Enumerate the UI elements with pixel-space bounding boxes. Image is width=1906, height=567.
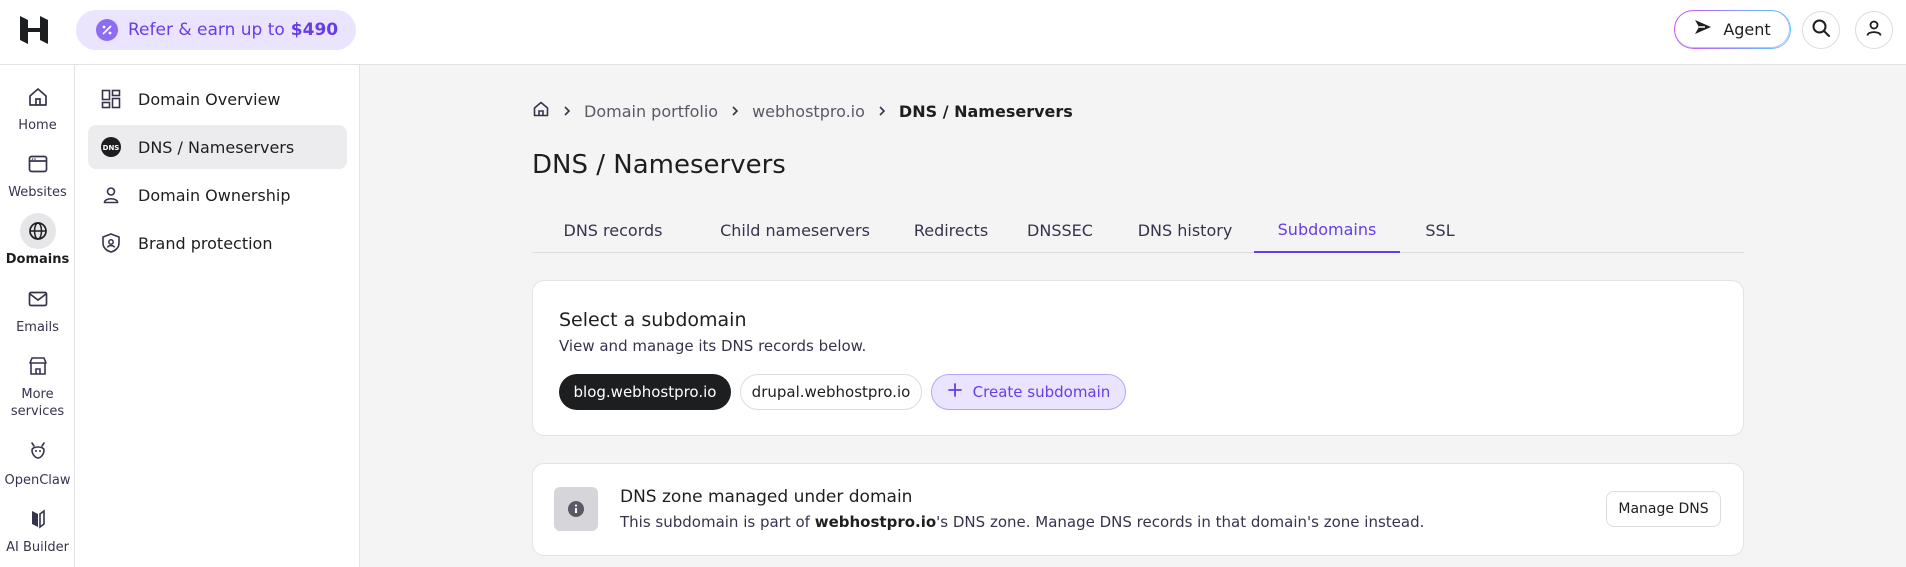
sidebar-item-label: Brand protection [138,233,273,253]
zone-description: This subdomain is part of webhostpro.io'… [620,513,1425,531]
tab-child-nameservers[interactable]: Child nameservers [694,207,896,253]
chevron-right-icon [877,102,887,121]
breadcrumb-current: DNS / Nameservers [898,101,1073,121]
breadcrumb-domain-portfolio[interactable]: Domain portfolio [584,102,718,121]
create-subdomain-label: Create subdomain [972,383,1111,401]
svg-text:DNS: DNS [103,144,120,152]
zone-title: DNS zone managed under domain [620,487,913,507]
search-button[interactable] [1802,11,1840,49]
rail-label: OpenClaw [4,473,71,488]
chevron-right-icon [730,102,740,121]
rail-label: AI Builder [6,540,69,555]
select-subdomain-card: Select a subdomain View and manage its D… [532,280,1744,436]
hostinger-logo-icon[interactable] [18,14,50,46]
globe-icon [19,213,56,249]
home-icon[interactable] [532,100,550,122]
rail-label: Websites [8,185,67,200]
agent-label: Agent [1723,19,1771,39]
rail-label: Home [18,118,57,133]
person-icon [100,184,122,206]
tab-subdomains[interactable]: Subdomains [1254,207,1400,253]
sidebar-item-brand-protection[interactable]: Brand protection [88,221,347,265]
refer-text: Refer & earn up to [128,20,285,40]
create-subdomain-button[interactable]: Create subdomain [931,374,1126,410]
refer-earn-banner[interactable]: Refer & earn up to $490 [76,10,357,50]
agent-button[interactable]: Agent [1674,10,1790,48]
info-icon [554,487,598,531]
home-icon [20,79,56,115]
card-title: Select a subdomain [559,309,747,331]
chevron-right-icon [562,102,572,121]
dns-icon: DNS [100,136,122,158]
domain-sidebar: Domain Overview DNS DNS / Nameservers Do… [75,65,360,567]
zone-domain: webhostpro.io [814,513,937,531]
card-subtitle: View and manage its DNS records below. [559,337,867,355]
rail-item-openclaw[interactable]: OpenClaw [0,434,75,489]
sidebar-item-domain-ownership[interactable]: Domain Ownership [88,173,347,217]
sidebar-item-label: Domain Overview [138,89,281,109]
tab-dns-records[interactable]: DNS records [532,207,694,253]
sidebar-item-label: Domain Ownership [138,185,291,205]
shield-icon [100,232,122,254]
mail-icon [20,281,56,317]
refer-amount: $490 [290,20,339,40]
search-icon [1811,18,1831,42]
tab-ssl[interactable]: SSL [1400,207,1480,253]
subdomain-chip-selected[interactable]: blog.webhostpro.io [559,374,731,410]
manage-dns-button[interactable]: Manage DNS [1606,491,1721,527]
tab-dns-history[interactable]: DNS history [1114,207,1256,253]
rail-label: More services [10,387,65,419]
account-button[interactable] [1855,11,1893,49]
tab-redirects[interactable]: Redirects [896,207,1006,253]
rail-item-more-services[interactable]: More services [0,348,75,420]
breadcrumb-domain[interactable]: webhostpro.io [752,102,865,121]
user-icon [1865,19,1883,41]
sidebar-item-dns-nameservers[interactable]: DNS DNS / Nameservers [88,125,347,169]
rail-item-home[interactable]: Home [0,79,75,134]
rail-label: Emails [16,320,59,335]
browser-window-icon [20,146,56,182]
dns-zone-card: DNS zone managed under domain This subdo… [532,463,1744,556]
agent-icon [1693,17,1713,41]
sidebar-item-label: DNS / Nameservers [138,137,295,157]
subdomain-chip[interactable]: drupal.webhostpro.io [740,374,922,410]
claw-icon [20,434,56,470]
store-icon [20,348,56,384]
discount-badge-icon [96,19,118,41]
page-title: DNS / Nameservers [532,150,786,180]
rail-item-websites[interactable]: Websites [0,146,75,201]
breadcrumb: Domain portfolio webhostpro.io DNS / Nam… [532,100,1073,122]
top-bar: Refer & earn up to $490 Agent [0,0,1906,65]
rail-item-domains[interactable]: Domains [0,213,75,268]
rail-label: Domains [5,252,70,267]
sidebar-item-domain-overview[interactable]: Domain Overview [88,77,347,121]
dns-tabs: DNS records Child nameservers Redirects … [532,207,1744,253]
rail-item-ai-builder[interactable]: AI Builder [0,501,75,556]
tab-dnssec[interactable]: DNSSEC [1006,207,1114,253]
plus-icon [947,382,963,402]
ai-builder-icon [20,501,56,537]
dashboard-icon [100,88,122,110]
main-nav-rail: Home Websites Domains Emails More servic… [0,65,75,567]
rail-item-emails[interactable]: Emails [0,281,75,336]
